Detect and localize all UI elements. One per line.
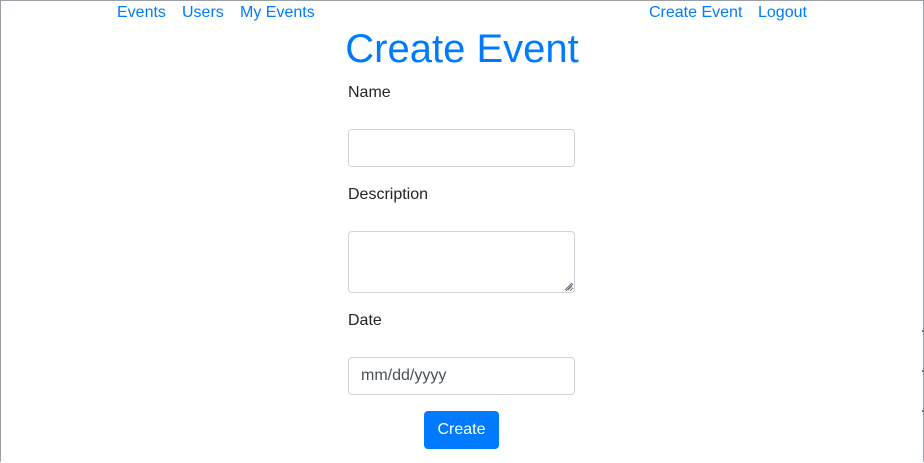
nav-link-logout[interactable]: Logout [758, 3, 807, 22]
date-input[interactable] [348, 357, 575, 395]
nav-link-create-event[interactable]: Create Event [649, 3, 742, 22]
description-textarea[interactable] [348, 231, 575, 293]
nav-link-users[interactable]: Users [182, 3, 224, 22]
date-label: Date [348, 312, 382, 329]
nav-link-my-events[interactable]: My Events [240, 3, 315, 22]
name-label: Name [348, 84, 391, 101]
create-button[interactable]: Create [424, 411, 499, 449]
page-title: Create Event [345, 27, 579, 71]
description-label: Description [348, 186, 429, 203]
name-input[interactable] [348, 129, 575, 167]
nav-link-events[interactable]: Events [117, 3, 166, 22]
